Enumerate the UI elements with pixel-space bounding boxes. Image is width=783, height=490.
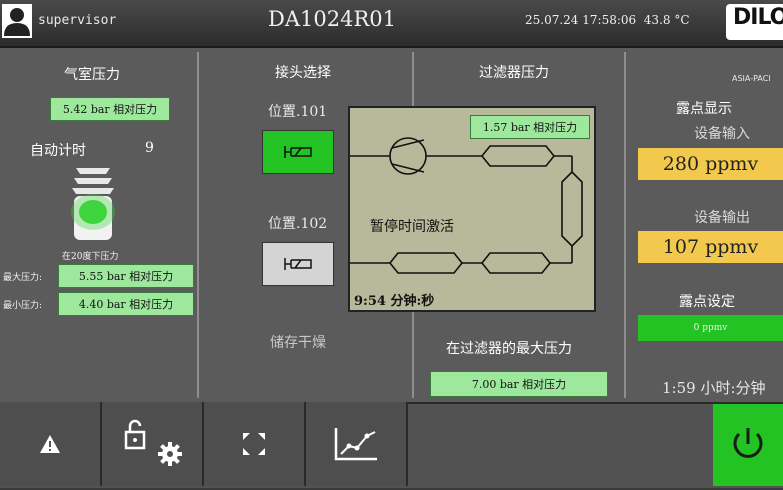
dewpoint-display-title: 露点显示 [676,101,732,117]
position-102-label: 位置.102 [268,216,328,232]
max-pressure-label: 最大压力: [3,273,43,283]
filter-max-pressure-label: 在过滤器的最大压力 [446,341,572,357]
power-icon [733,428,763,458]
device-input-value: 280 ppmv [638,148,783,180]
auto-timer-value: 9 [145,140,154,156]
filter-pressure-value: 1.57 bar 相对压力 [470,115,590,139]
user-name: supervisor [38,13,117,28]
coupling-icon [284,146,312,158]
fullscreen-icon [243,433,265,455]
storage-dry-label: 储存干燥 [270,335,326,351]
chamber-pressure-value: 5.42 bar 相对压力 [50,97,170,121]
power-button[interactable] [713,404,783,486]
device-output-value: 107 ppmv [638,231,783,263]
device-output-label: 设备输出 [694,210,750,226]
pause-time-active-label: 暂停时间激活 [370,219,454,235]
datetime: 25.07.24 17:58:06 [525,13,637,27]
min-pressure-value: 4.40 bar 相对压力 [58,292,194,316]
machine-id: DA1024R01 [268,7,396,31]
divider [624,52,626,398]
unlock-settings-button[interactable] [102,402,204,486]
alarm-button[interactable] [0,402,102,486]
gas-chamber-icon [62,166,124,250]
dewpoint-setting-label: 露点设定 [679,294,735,310]
warning-icon [40,435,60,453]
datetime-temperature: 25.07.24 17:58:06 43.8 °C [525,13,690,27]
brand-logo-text: DILO [733,5,783,30]
filter-pressure-title: 过滤器压力 [479,65,549,81]
position-102-button[interactable] [262,242,334,286]
connector-select-title: 接头选择 [275,65,331,81]
filter-timer: 9:54 分钟:秒 [354,294,435,309]
pressure-at-20-label: 在20度下压力 [62,252,119,262]
filter-max-pressure-value: 7.00 bar 相对压力 [430,371,608,397]
user-icon [4,8,30,36]
dewpoint-setting-input[interactable]: 0 ppmv [638,315,783,341]
auto-timer-label: 自动计时 [30,143,86,159]
fullscreen-button[interactable] [204,402,306,486]
unlock-settings-icon [124,419,182,466]
chamber-pressure-title: 气室压力 [64,67,120,83]
dewpoint-timer: 1:59 小时:分钟 [662,379,766,397]
min-pressure-label: 最小压力: [3,301,43,311]
divider [197,52,199,398]
coupling-icon [284,258,312,270]
device-input-label: 设备输入 [694,126,750,142]
position-101-label: 位置.101 [268,104,328,120]
max-pressure-value: 5.55 bar 相对压力 [58,264,194,288]
user-avatar-button[interactable] [2,4,32,38]
trend-chart-icon [334,428,377,461]
trend-chart-button[interactable] [306,402,408,486]
temperature: 43.8 °C [643,13,690,27]
position-101-button[interactable] [262,130,334,174]
brand-subtitle: ASIA-PACI [732,74,771,83]
